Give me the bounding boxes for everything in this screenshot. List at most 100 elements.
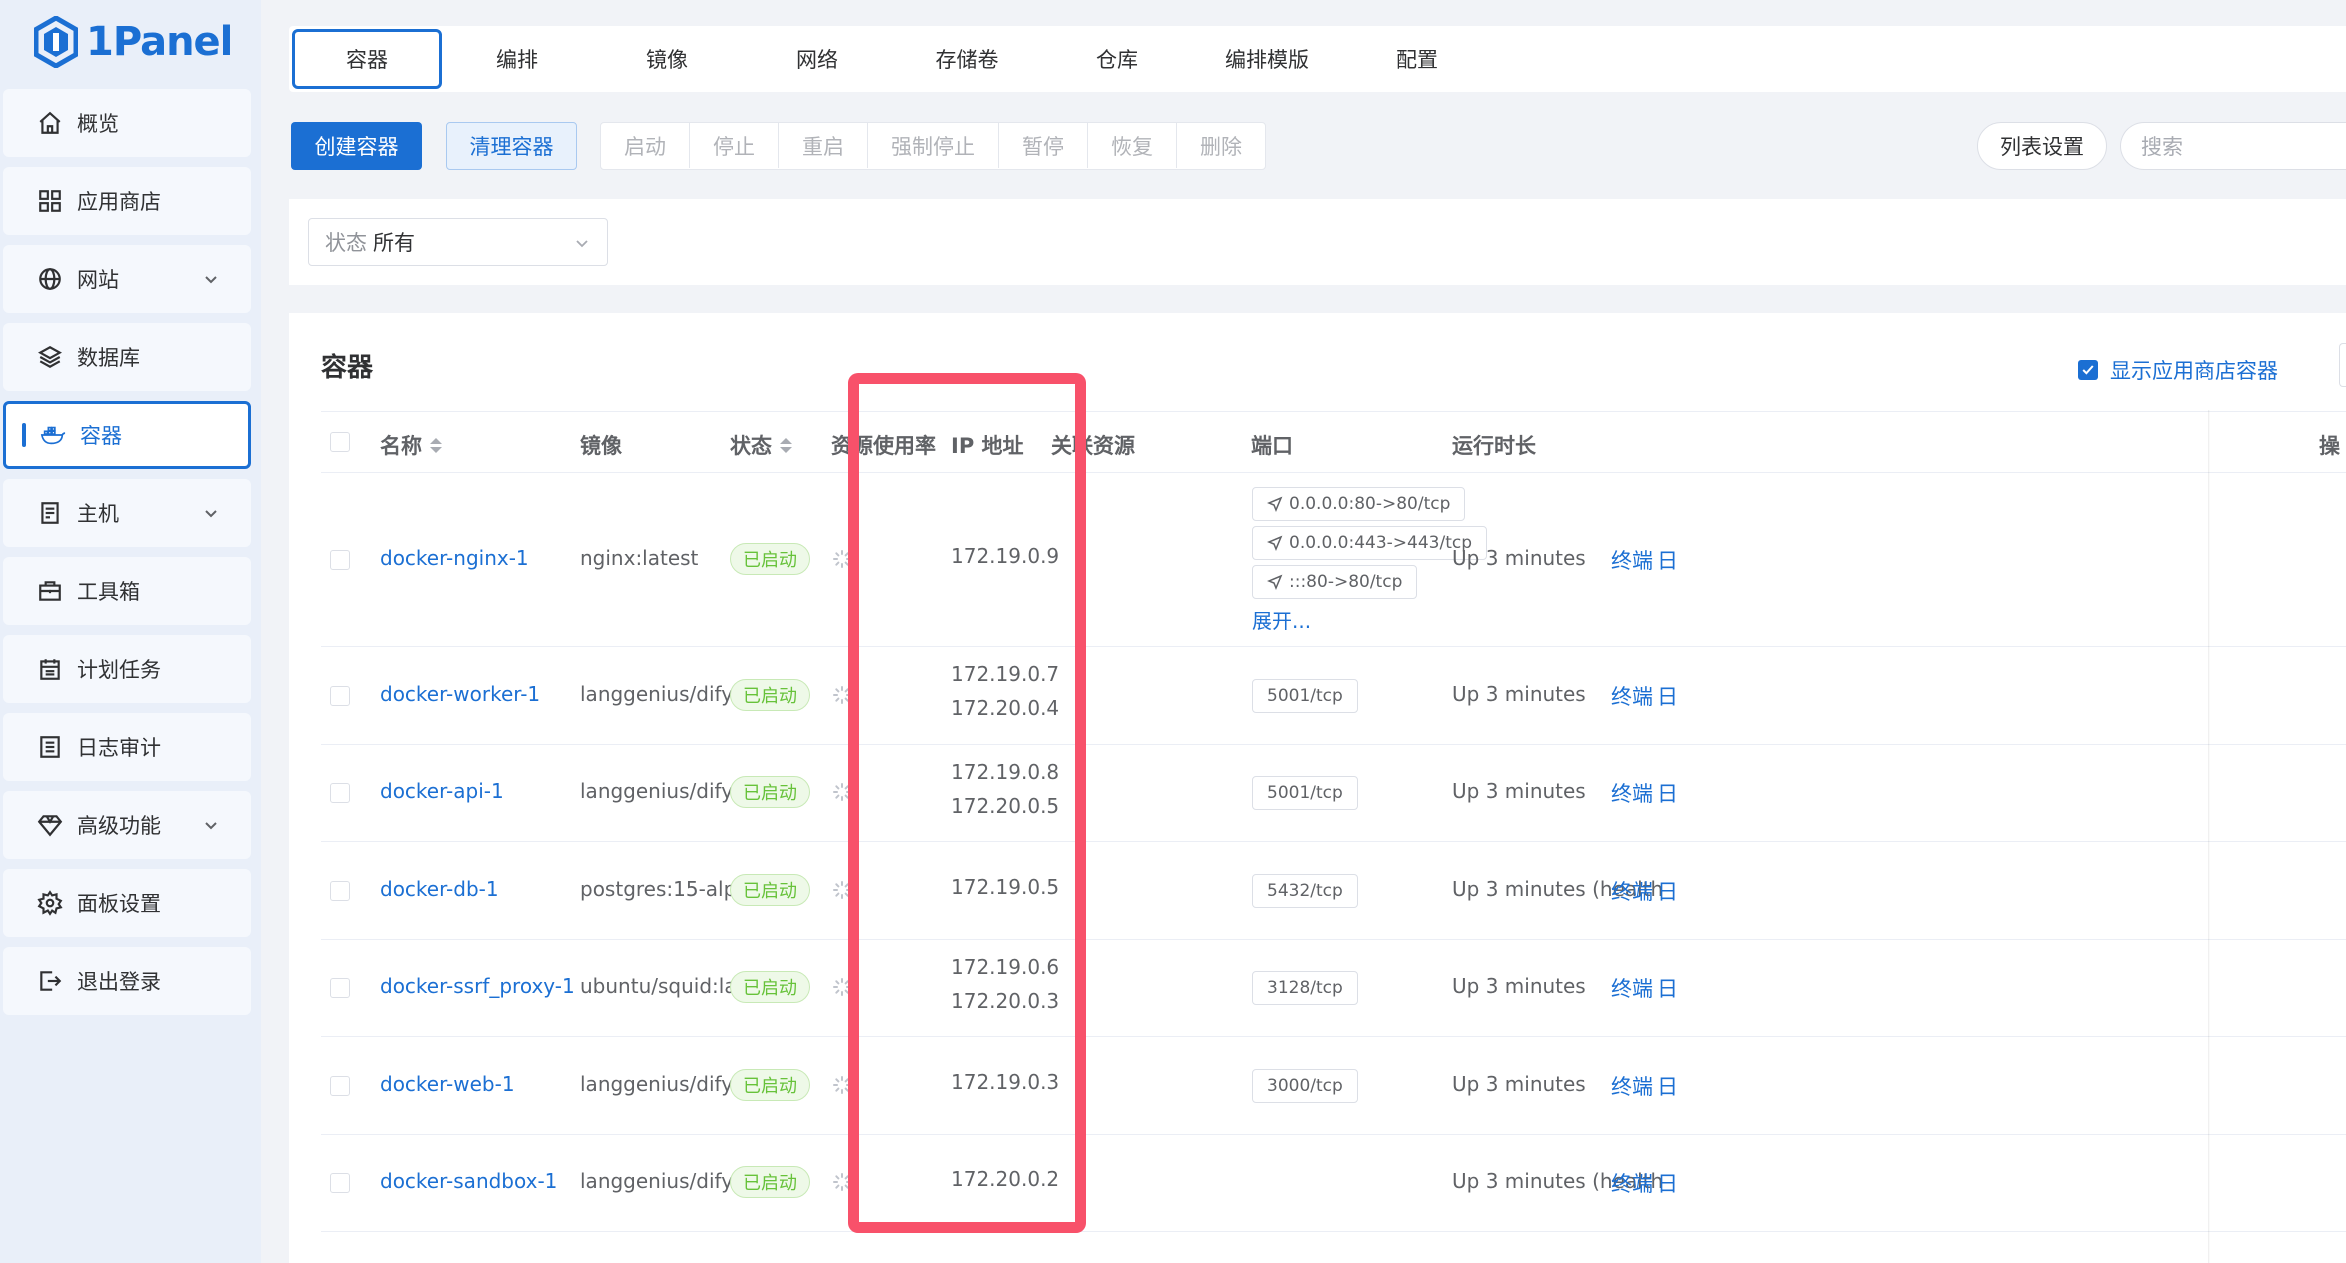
- restart-button[interactable]: 重启: [779, 123, 868, 168]
- col-ops-header: 操: [2319, 434, 2340, 458]
- container-name-link[interactable]: docker-web-1: [380, 1072, 515, 1096]
- table-row: docker-db-1 postgres:15-alpine 已启动 172.1…: [321, 842, 2346, 940]
- log-link[interactable]: 日: [1657, 545, 1678, 575]
- delete-button[interactable]: 删除: [1177, 123, 1265, 168]
- port-tag[interactable]: 5432/tcp: [1252, 874, 1358, 908]
- logo-text: 1Panel: [86, 19, 233, 65]
- sidebar-item-label: 容器: [80, 424, 122, 448]
- sidebar-item-container[interactable]: 容器: [3, 401, 251, 469]
- create-container-button[interactable]: 创建容器: [291, 122, 422, 170]
- start-button[interactable]: 启动: [601, 123, 690, 168]
- logo[interactable]: 1Panel: [34, 14, 233, 70]
- row-checkbox[interactable]: [330, 550, 350, 570]
- port-tag[interactable]: 5001/tcp: [1252, 776, 1358, 810]
- log-link[interactable]: 日: [1657, 681, 1678, 711]
- checkbox-checked-icon: [2078, 360, 2098, 380]
- sidebar-item-label: 工具箱: [77, 580, 140, 604]
- sidebar-item-toolbox[interactable]: 工具箱: [3, 557, 251, 625]
- container-name-link[interactable]: docker-worker-1: [380, 682, 540, 706]
- select-all-checkbox[interactable]: [330, 432, 350, 452]
- sidebar-item-label: 主机: [77, 502, 119, 526]
- search-input[interactable]: 搜索: [2120, 122, 2346, 170]
- pause-button[interactable]: 暂停: [999, 123, 1088, 168]
- log-link[interactable]: 日: [1657, 778, 1678, 808]
- container-image: nginx:latest: [580, 546, 699, 570]
- tab-network[interactable]: 网络: [742, 29, 892, 89]
- tab-repo[interactable]: 仓库: [1042, 29, 1192, 89]
- sidebar-item-overview[interactable]: 概览: [3, 89, 251, 157]
- container-name-link[interactable]: docker-ssrf_proxy-1: [380, 974, 575, 998]
- row-checkbox[interactable]: [330, 686, 350, 706]
- terminal-link[interactable]: 终端: [1611, 1168, 1653, 1198]
- row-checkbox[interactable]: [330, 978, 350, 998]
- sidebar-item-website[interactable]: 网站: [3, 245, 251, 313]
- container-name-link[interactable]: docker-api-1: [380, 779, 504, 803]
- column-toggle-button[interactable]: [2339, 343, 2346, 387]
- port-tag[interactable]: 3000/tcp: [1252, 1069, 1358, 1103]
- sidebar-item-app-store[interactable]: 应用商店: [3, 167, 251, 235]
- port-label: :::80->80/tcp: [1289, 572, 1403, 592]
- tab-container[interactable]: 容器: [292, 29, 442, 89]
- layers-icon: [35, 342, 65, 372]
- force-stop-button[interactable]: 强制停止: [868, 123, 999, 168]
- status-column-highlight: [848, 373, 1086, 1233]
- status-filter-select[interactable]: 状态 所有: [308, 218, 608, 266]
- logout-icon: [35, 966, 65, 996]
- log-link[interactable]: 日: [1657, 1071, 1678, 1101]
- stop-button[interactable]: 停止: [690, 123, 779, 168]
- col-name-header[interactable]: 名称: [380, 430, 442, 460]
- apps-icon: [35, 186, 65, 216]
- status-filter-label: 状态: [325, 231, 367, 255]
- sidebar-item-cron[interactable]: 计划任务: [3, 635, 251, 703]
- tab-compose-template[interactable]: 编排模版: [1192, 29, 1342, 89]
- port-tag[interactable]: 0.0.0.0:80->80/tcp: [1252, 487, 1466, 521]
- uptime: Up 3 minutes: [1452, 1072, 1586, 1096]
- send-icon: [1267, 574, 1283, 590]
- sidebar-item-label: 概览: [77, 112, 119, 136]
- batch-action-group: 启动 停止 重启 强制停止 暂停 恢复 删除: [600, 122, 1266, 170]
- tab-compose[interactable]: 编排: [442, 29, 592, 89]
- clean-container-button[interactable]: 清理容器: [446, 122, 577, 170]
- resume-button[interactable]: 恢复: [1088, 123, 1177, 168]
- log-link[interactable]: 日: [1657, 973, 1678, 1003]
- tab-volume[interactable]: 存储卷: [892, 29, 1042, 89]
- col-port-header: 端口: [1251, 434, 1293, 458]
- table-row: docker-api-1 langgenius/dify-a... 已启动 17…: [321, 745, 2346, 842]
- sort-icon: [780, 437, 792, 453]
- sidebar-item-panel-settings[interactable]: 面板设置: [3, 869, 251, 937]
- sidebar-item-label: 数据库: [77, 346, 140, 370]
- sidebar-item-database[interactable]: 数据库: [3, 323, 251, 391]
- port-tag[interactable]: :::80->80/tcp: [1252, 565, 1418, 599]
- terminal-link[interactable]: 终端: [1611, 973, 1653, 1003]
- log-link[interactable]: 日: [1657, 1168, 1678, 1198]
- log-link[interactable]: 日: [1657, 876, 1678, 906]
- container-name-link[interactable]: docker-nginx-1: [380, 546, 529, 570]
- port-tag[interactable]: 5001/tcp: [1252, 679, 1358, 713]
- terminal-link[interactable]: 终端: [1611, 876, 1653, 906]
- send-icon: [1267, 535, 1283, 551]
- sidebar-item-log-audit[interactable]: 日志审计: [3, 713, 251, 781]
- tab-image[interactable]: 镜像: [592, 29, 742, 89]
- col-image-header: 镜像: [580, 434, 622, 458]
- expand-ports-link[interactable]: 展开...: [1252, 605, 1311, 634]
- sidebar-item-advanced[interactable]: 高级功能: [3, 791, 251, 859]
- row-checkbox[interactable]: [330, 1173, 350, 1193]
- terminal-link[interactable]: 终端: [1611, 1071, 1653, 1101]
- sidebar-item-logout[interactable]: 退出登录: [3, 947, 251, 1015]
- sidebar-item-host[interactable]: 主机: [3, 479, 251, 547]
- chevron-down-icon: [576, 240, 588, 248]
- terminal-link[interactable]: 终端: [1611, 681, 1653, 711]
- container-name-link[interactable]: docker-sandbox-1: [380, 1169, 557, 1193]
- calendar-icon: [35, 654, 65, 684]
- tab-config[interactable]: 配置: [1342, 29, 1492, 89]
- row-checkbox[interactable]: [330, 1076, 350, 1096]
- show-app-containers-checkbox[interactable]: 显示应用商店容器: [2078, 355, 2278, 385]
- terminal-link[interactable]: 终端: [1611, 778, 1653, 808]
- row-checkbox[interactable]: [330, 783, 350, 803]
- row-checkbox[interactable]: [330, 881, 350, 901]
- container-name-link[interactable]: docker-db-1: [380, 877, 499, 901]
- port-tag[interactable]: 3128/tcp: [1252, 971, 1358, 1005]
- list-settings-button[interactable]: 列表设置: [1977, 122, 2107, 170]
- terminal-link[interactable]: 终端: [1611, 545, 1653, 575]
- col-status-header[interactable]: 状态: [730, 430, 792, 460]
